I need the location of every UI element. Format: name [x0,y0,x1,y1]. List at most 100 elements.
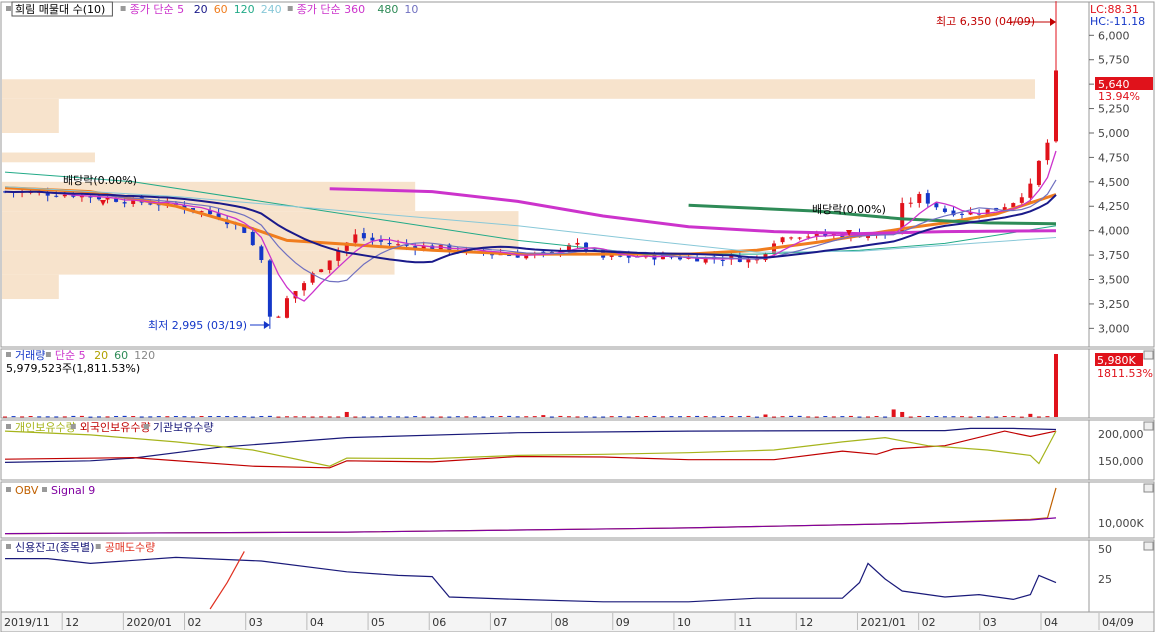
volume-bar [344,411,349,417]
date-tick-label: 11 [738,616,752,629]
volume-bar [626,416,631,418]
date-tick-label: 03 [249,616,263,629]
price-tick-label: 3,500 [1098,274,1130,287]
obv-legend: OBV Signal 9 [6,484,95,497]
volume-bar [1019,416,1024,418]
date-tick-label: 04 [310,616,324,629]
panel-close-icon [1143,541,1154,551]
price-tick-label: 5,000 [1098,127,1130,140]
volume-bar [148,416,153,418]
volume-bar [1002,416,1007,418]
volume-bar [746,415,751,417]
legend-item: OBV [15,484,39,497]
volume-bar [293,416,298,418]
hc-label: HC:-11.18 [1090,15,1145,28]
legend-marker [45,352,51,357]
candle-body [370,237,375,241]
volume-bar [584,416,589,418]
price-tick-label: 3,750 [1098,249,1130,262]
volume-profile-band [2,152,95,163]
legend-marker [6,544,11,549]
volume-bar [122,415,127,417]
high-note: 최고 6,350 (04/09) [936,15,1035,28]
volume-bar [669,416,674,418]
date-tick-label: 10 [677,616,691,629]
volume-bar [208,416,213,418]
dividend-note-2: 배당락(0.00%) [812,203,886,216]
volume-bar [79,415,84,417]
date-axis [0,611,1155,632]
volume-bar [233,416,238,418]
volume-bar [772,416,777,418]
volume-bar [302,416,307,418]
price-tick-label: 3,000 [1098,322,1130,335]
volume-bar [28,416,33,418]
volume-bar [840,416,845,418]
volume-bar [216,415,221,417]
date-tick-label: 09 [616,616,630,629]
price-tick-label: 5,250 [1098,103,1130,116]
candle-body [917,193,922,203]
candle-body [361,233,366,239]
volume-bar [310,416,315,418]
volume-bar [994,416,999,418]
date-tick-label: 04 [1044,616,1058,629]
legend-item: 480 [377,3,398,16]
volume-bar [754,416,759,418]
volume-bar [575,416,580,418]
legend-item: 개인보유수량 [15,421,76,434]
volume-bar [20,416,25,418]
volume-bar [96,416,101,418]
candle-body [387,242,392,245]
panel-close-icon [1143,421,1154,431]
volume-bar [678,416,683,418]
volume-bar [823,416,828,418]
price-tick-label: 4,750 [1098,151,1130,164]
volume-bar [114,415,119,417]
date-tick-label: 08 [555,616,569,629]
volume-bar [490,416,495,418]
volume-bar [908,416,913,418]
legend-item: 60 [214,3,228,16]
volume-bar [900,411,905,417]
volume-bar [173,416,178,418]
price-tick-label: 6,000 [1098,29,1130,42]
volume-profile-band [2,250,395,275]
candle-body [336,250,341,261]
candle-body [925,193,930,204]
volume-bar [780,416,785,418]
volume-bar [1036,416,1041,418]
legend-item: 20 [94,349,108,362]
legend-marker [6,424,11,429]
candle-body [353,234,358,243]
volume-bar [156,416,161,418]
volume-bar [139,416,144,418]
volume-bar [71,415,76,417]
volume-bar [284,416,289,418]
candle-body [319,269,324,273]
volume-bar [396,416,401,418]
volume-bar [507,415,512,417]
holders-tick-label: 150,000 [1098,455,1144,468]
candle-body [1036,160,1041,186]
price-tick-label: 5,750 [1098,54,1130,67]
date-tick-label: 02 [922,616,936,629]
volume-bar [891,409,896,417]
volume-bar [789,415,794,417]
volume-bar [532,416,537,418]
price-tick-label: 4,500 [1098,176,1130,189]
legend-item: 60 [114,349,128,362]
volume-bar [618,416,623,418]
candle-body [609,255,614,257]
legend-item: 20 [194,3,208,16]
candle-body [942,208,947,212]
candle-body [276,316,281,318]
volume-bar [549,416,554,418]
candle-body [720,259,725,261]
credit-tick-label: 50 [1098,543,1112,556]
volume-bar [498,415,503,417]
candle-body [1028,183,1033,198]
date-tick-label: 2020/01 [126,616,172,629]
volume-bar [1045,416,1050,418]
price-tick-label: 4,250 [1098,200,1130,213]
